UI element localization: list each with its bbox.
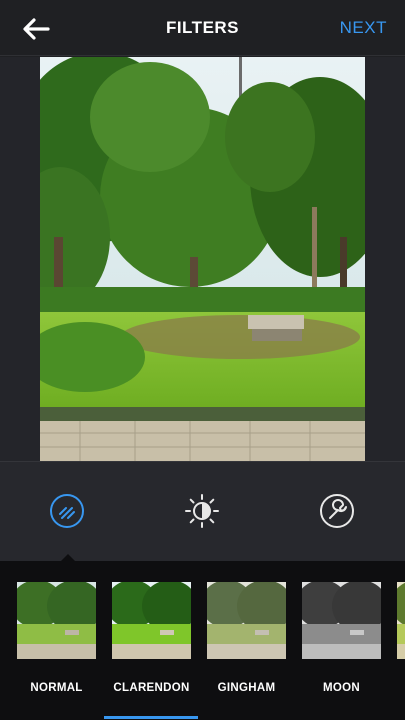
photo-preview-area	[0, 57, 405, 461]
wrench-icon	[320, 494, 354, 528]
filter-clarendon[interactable]: CLARENDON	[112, 561, 207, 720]
filter-thumbnail	[112, 582, 191, 659]
filter-label: CLARENDON	[113, 682, 190, 694]
edit-tool-bar	[0, 461, 405, 562]
filter-tool-button[interactable]	[47, 491, 87, 531]
selected-filter-indicator	[104, 716, 198, 719]
filter-moon[interactable]: MOON	[302, 561, 397, 720]
filter-gingham[interactable]: GINGHAM	[207, 561, 302, 720]
filter-normal[interactable]: NORMAL	[17, 561, 112, 720]
filter-thumbnail	[302, 582, 381, 659]
filter-label: GINGHAM	[217, 682, 276, 694]
top-bar: FILTERS NEXT	[0, 0, 405, 56]
next-button[interactable]: NEXT	[340, 18, 387, 38]
filter-label: MOON	[323, 682, 360, 694]
filter-label: NORMAL	[30, 682, 83, 694]
filter-thumbnail	[207, 582, 286, 659]
photo-preview	[40, 57, 365, 461]
filter-thumbnail	[17, 582, 96, 659]
filter-next-partial[interactable]	[397, 561, 405, 720]
brightness-icon	[185, 494, 219, 528]
filter-icon	[50, 494, 84, 528]
filter-strip[interactable]: NORMAL CLARENDON GINGHAM MOON	[0, 561, 405, 720]
filter-thumbnail	[397, 582, 405, 659]
adjust-tool-button[interactable]	[182, 491, 222, 531]
edit-tool-button[interactable]	[317, 491, 357, 531]
